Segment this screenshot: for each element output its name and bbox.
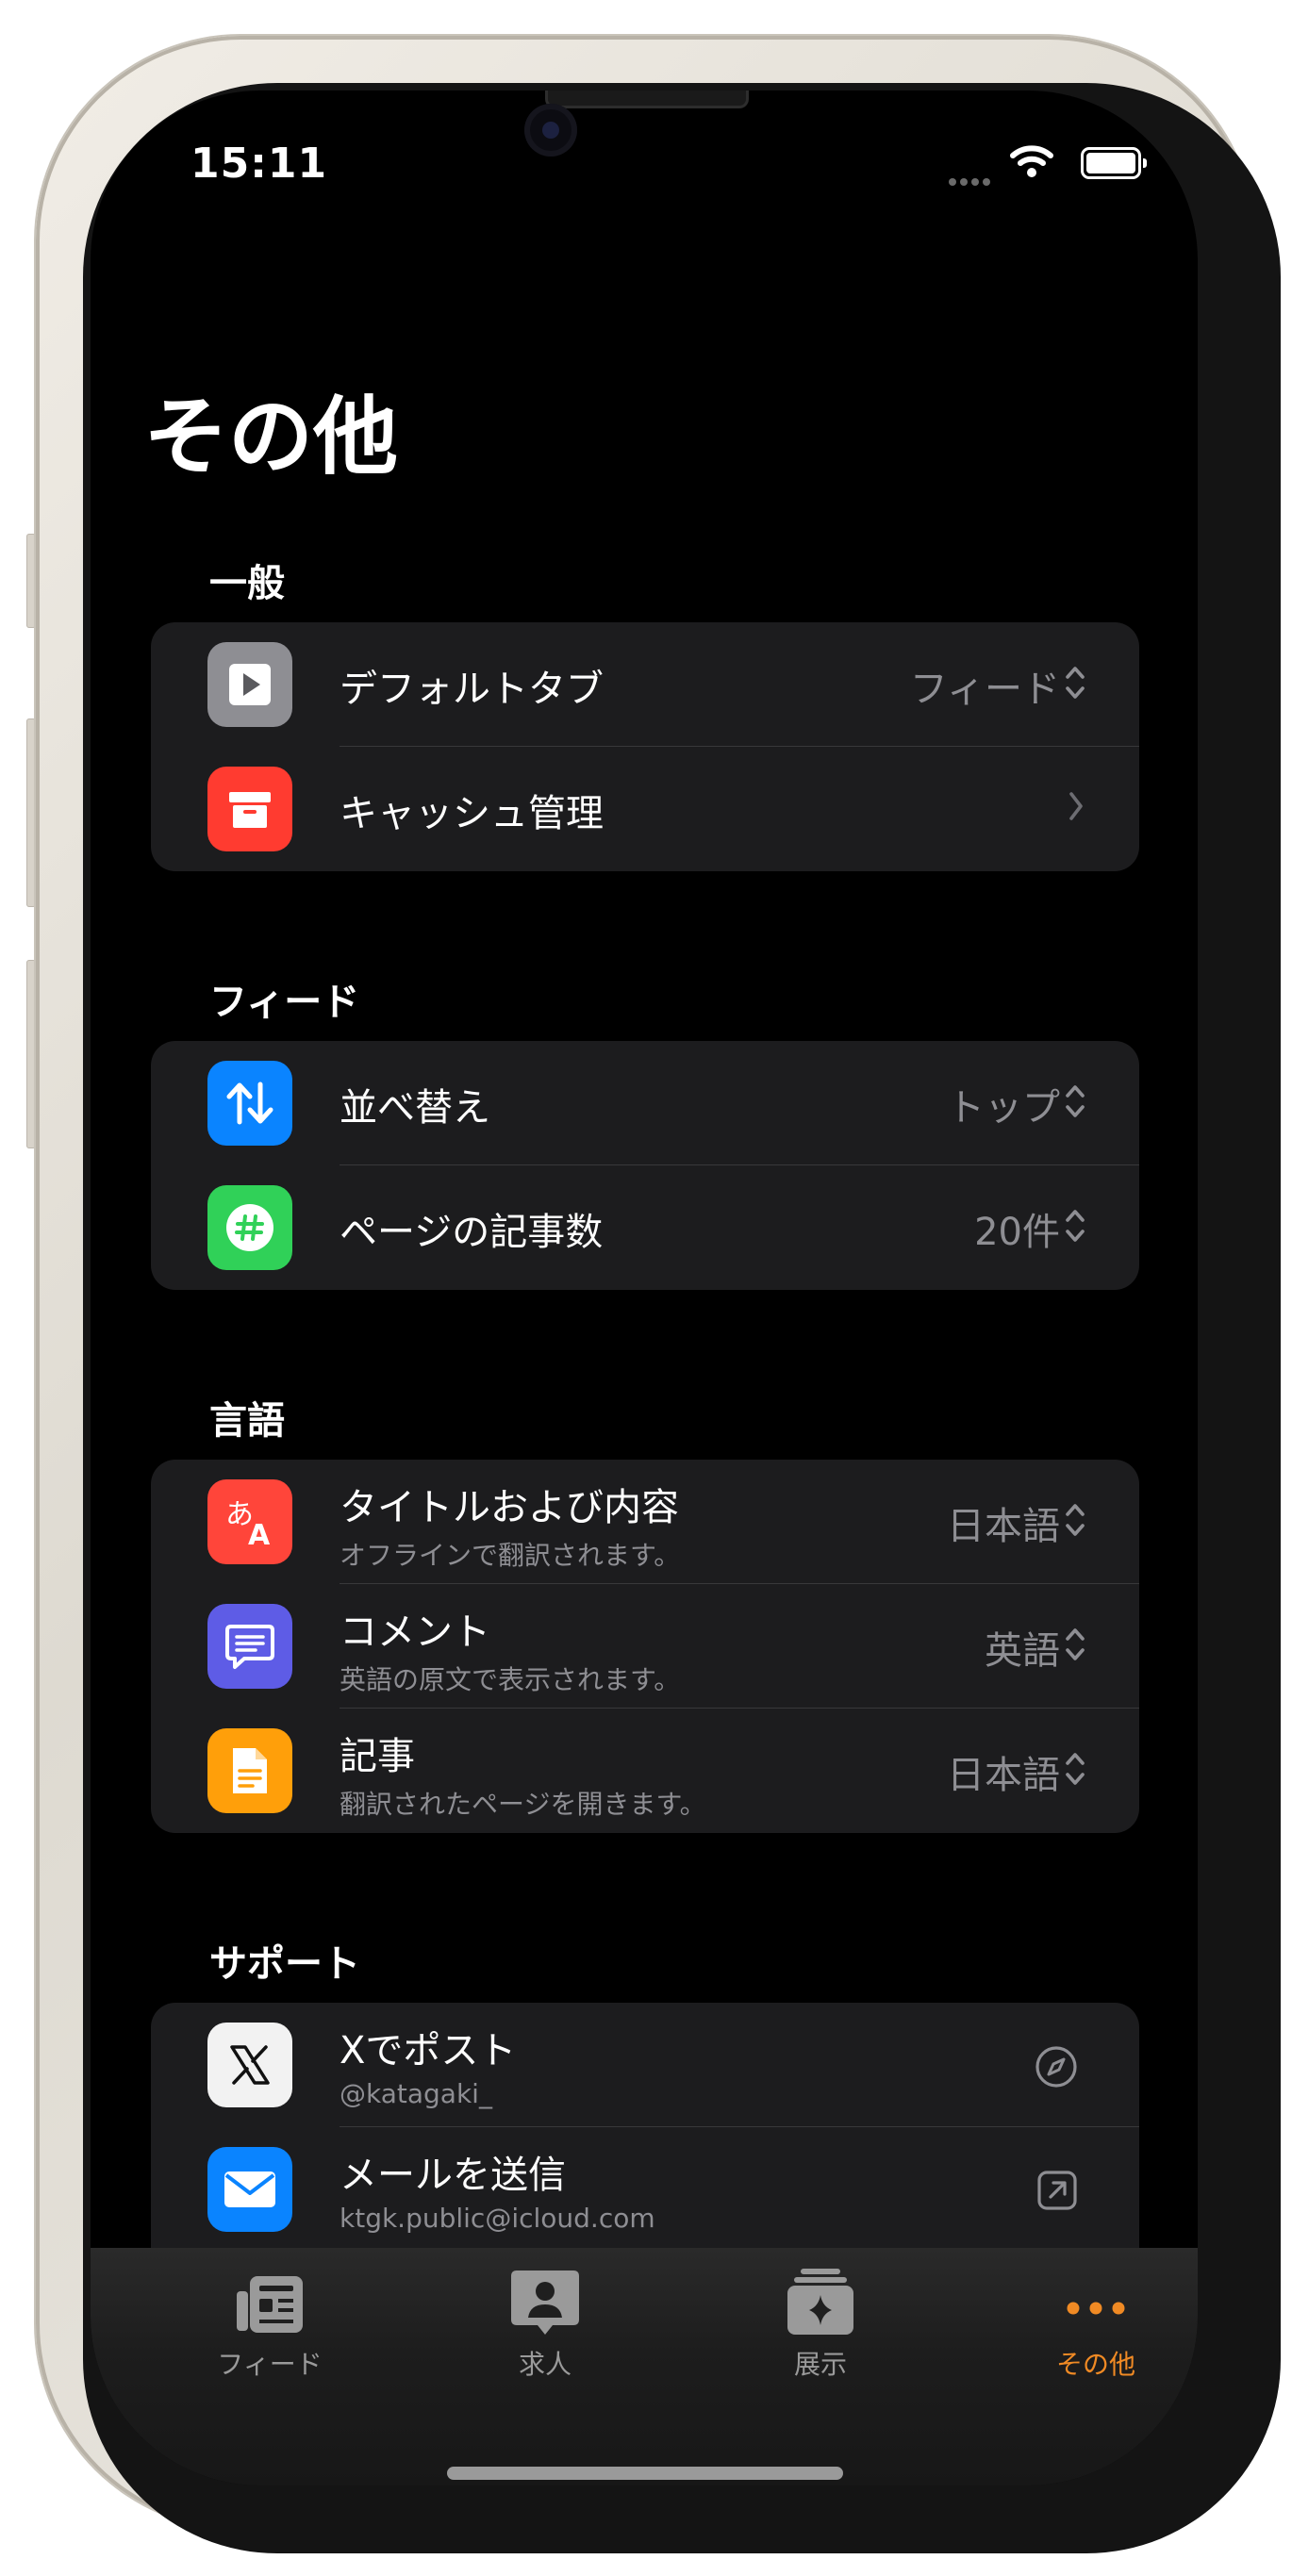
tab-jobs-label: 求人: [518, 2349, 571, 2380]
archive-box-icon: [207, 767, 292, 851]
default-tab-row[interactable]: デフォルトタブ フィード: [151, 622, 1139, 747]
external-link-icon: [1035, 2169, 1079, 2216]
section-header-general: 一般: [209, 562, 285, 605]
tab-feed[interactable]: フィード: [175, 2261, 364, 2382]
articles-per-page-value: 20件: [974, 1211, 1060, 1254]
post-on-x-subtitle: @katagaki_: [340, 2078, 492, 2109]
settings-group-support: Xでポスト @katagaki_ メールを送信 ktgk.public@iclo…: [151, 2003, 1139, 2252]
front-camera: [524, 104, 577, 157]
home-indicator[interactable]: [447, 2467, 843, 2480]
article-language-row[interactable]: 記事 翻訳されたページを開きます。 日本語: [151, 1709, 1139, 1833]
safari-compass-icon: [1034, 2044, 1079, 2093]
translate-icon: あ A: [207, 1479, 292, 1564]
comments-language-subtitle: 英語の原文で表示されます。: [340, 1664, 681, 1695]
comments-language-row[interactable]: コメント 英語の原文で表示されます。 英語: [151, 1584, 1139, 1709]
person-card-icon: [451, 2261, 639, 2337]
play-icon: [207, 642, 292, 727]
svg-text:A: A: [248, 1519, 271, 1548]
send-email-row[interactable]: メールを送信 ktgk.public@icloud.com: [151, 2127, 1139, 2252]
sort-order-row[interactable]: 並べ替え トップ: [151, 1041, 1139, 1165]
tab-exhibits[interactable]: 展示: [726, 2261, 915, 2382]
x-logo-icon: [207, 2023, 292, 2107]
comments-language-label: コメント: [340, 1610, 490, 1654]
sort-order-value: トップ: [947, 1086, 1060, 1130]
title-content-language-label: タイトルおよび内容: [340, 1486, 679, 1529]
section-header-support: サポート: [209, 1942, 360, 1986]
battery-icon: [1081, 147, 1147, 179]
volume-down-button: [26, 960, 36, 1148]
tab-more-label: その他: [1055, 2349, 1135, 2380]
section-header-feed: フィード: [209, 981, 360, 1024]
wifi-icon: [1009, 143, 1054, 183]
status-time: 15:11: [190, 140, 328, 188]
chevron-up-down-icon: [1064, 1748, 1086, 1793]
number-sign-icon: [207, 1185, 292, 1270]
ellipsis-icon: [1002, 2261, 1190, 2337]
article-language-value: 日本語: [947, 1754, 1060, 1797]
chevron-up-down-icon: [1064, 1081, 1086, 1126]
page-title: その他: [143, 388, 398, 487]
chevron-up-down-icon: [1064, 1205, 1086, 1250]
title-content-language-value: 日本語: [947, 1505, 1060, 1548]
section-header-language: 言語: [209, 1399, 285, 1443]
cache-management-label: キャッシュ管理: [340, 792, 604, 835]
sparkle-stack-icon: [726, 2261, 915, 2337]
post-on-x-label: Xでポスト: [340, 2029, 517, 2072]
articles-per-page-row[interactable]: ページの記事数 20件: [151, 1165, 1139, 1290]
article-language-label: 記事: [340, 1735, 415, 1778]
settings-group-general: デフォルトタブ フィード キャッシュ管理: [151, 622, 1139, 871]
settings-group-language: あ A タイトルおよび内容 オフラインで翻訳されます。 日本語 コメント 英語の…: [151, 1460, 1139, 1833]
title-content-language-subtitle: オフラインで翻訳されます。: [340, 1540, 681, 1571]
envelope-icon: [207, 2147, 292, 2232]
chevron-right-icon: [1068, 790, 1085, 826]
chevron-up-down-icon: [1064, 662, 1086, 707]
cellular-signal-icon: [949, 172, 994, 190]
title-content-language-row[interactable]: あ A タイトルおよび内容 オフラインで翻訳されます。 日本語: [151, 1460, 1139, 1584]
articles-per-page-label: ページの記事数: [340, 1211, 604, 1254]
document-icon: [207, 1728, 292, 1813]
chevron-up-down-icon: [1064, 1499, 1086, 1544]
sort-arrows-icon: [207, 1061, 292, 1146]
cache-management-row[interactable]: キャッシュ管理: [151, 747, 1139, 871]
default-tab-label: デフォルトタブ: [340, 668, 604, 711]
comments-language-value: 英語: [985, 1629, 1060, 1673]
article-language-subtitle: 翻訳されたページを開きます。: [340, 1789, 706, 1820]
send-email-subtitle: ktgk.public@icloud.com: [340, 2203, 655, 2234]
send-email-label: メールを送信: [340, 2154, 566, 2197]
earpiece-speaker: [545, 91, 749, 108]
settings-group-feed: 並べ替え トップ ページの記事数 20件: [151, 1041, 1139, 1290]
default-tab-value: フィード: [909, 668, 1060, 711]
tab-more[interactable]: その他: [1002, 2261, 1190, 2382]
chevron-up-down-icon: [1064, 1624, 1086, 1669]
volume-up-button: [26, 718, 36, 907]
action-button: [26, 534, 36, 628]
comment-bubble-icon: [207, 1604, 292, 1689]
tab-feed-label: フィード: [217, 2349, 323, 2380]
tab-jobs[interactable]: 求人: [451, 2261, 639, 2382]
screen: 15:11 その他 一般 デフォルトタブ フィード キャッシュ管理 フィード 並…: [91, 91, 1198, 2485]
newspaper-icon: [175, 2261, 364, 2337]
sort-order-label: 並べ替え: [340, 1086, 490, 1130]
post-on-x-row[interactable]: Xでポスト @katagaki_: [151, 2003, 1139, 2127]
tab-exhibits-label: 展示: [793, 2349, 847, 2380]
